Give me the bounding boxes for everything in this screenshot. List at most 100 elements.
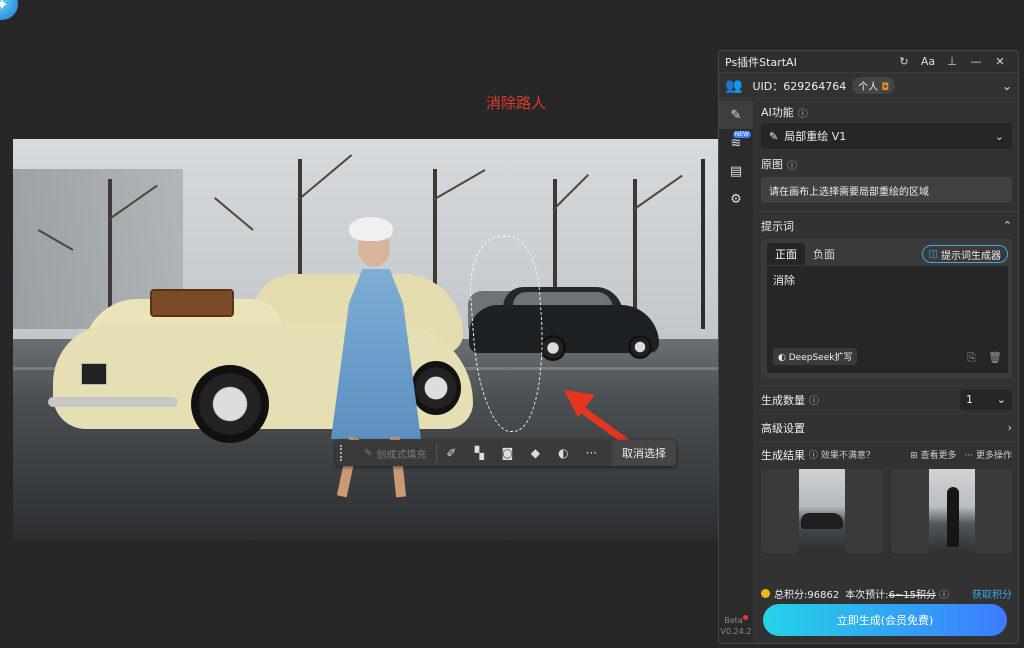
beta-label: Beta xyxy=(724,616,743,625)
close-icon[interactable]: ✕ xyxy=(988,55,1012,68)
canvas-caption: 消除路人 xyxy=(486,94,547,112)
new-badge: NEW xyxy=(732,131,751,138)
version-label: V0.24.2 xyxy=(720,627,752,636)
info-icon[interactable]: ⓘ xyxy=(787,157,797,172)
view-more-button[interactable]: ⊞ 查看更多 xyxy=(910,448,956,461)
results-header: 生成结果 ⓘ 效果不满意？ ⊞ 查看更多 ··· 更多操作 xyxy=(753,441,1018,467)
generative-fill-label: 创成式填充 xyxy=(376,449,427,461)
font-size-icon[interactable]: Aa xyxy=(916,55,940,68)
yellow-car-wheel xyxy=(411,361,461,415)
users-icon: 👥 xyxy=(725,77,743,94)
coin-icon xyxy=(761,588,770,598)
layers-icon[interactable]: ≋ NEW xyxy=(719,129,753,157)
uid-text: UID：629264764 xyxy=(752,79,847,93)
more-actions-button[interactable]: ··· 更多操作 xyxy=(965,448,1012,461)
select-subject-icon[interactable]: ◙ xyxy=(493,440,521,466)
panel-titlebar: Ps插件StartAI ↻ Aa ⊥ — ✕ xyxy=(719,51,1018,73)
prompt-editor: 正面 负面 ◫ 提示词生成器 消除 ◐ DeepSeek扩写 ⎘ 🗑 xyxy=(761,239,1012,379)
results-unhappy-label: 效果不满意？ xyxy=(820,451,875,461)
result-thumbnail[interactable] xyxy=(890,469,1012,553)
prompt-header[interactable]: 提示词 ⌃ xyxy=(753,211,1018,239)
adjustment-icon[interactable]: ◐ xyxy=(549,440,577,466)
quantity-row: 生成数量 ⓘ 1 ⌄ xyxy=(753,385,1018,413)
edit-icon[interactable]: ✎ xyxy=(719,101,753,129)
sparkle-icon: ✎ xyxy=(364,447,373,459)
prompt-textarea[interactable]: 消除 ◐ DeepSeek扩写 ⎘ 🗑 xyxy=(767,266,1008,373)
prompt-label: 提示词 xyxy=(761,219,794,233)
points-bar: 总积分:96862 本次预计: 6~15积分 ⓘ 获取积分 xyxy=(753,583,1018,603)
points-estimate-label: 本次预计: xyxy=(845,589,889,601)
points-estimate-value: 6~15积分 xyxy=(888,589,937,601)
generate-button[interactable]: 立即生成(会员免费) xyxy=(763,604,1007,636)
yellow-car-bumper xyxy=(48,397,178,407)
info-icon[interactable]: ⓘ xyxy=(809,392,819,407)
account-tag[interactable]: 个人 ◘ xyxy=(852,77,896,94)
trash-icon[interactable]: 🗑 xyxy=(988,351,1002,365)
prompt-generator-button[interactable]: ◫ 提示词生成器 xyxy=(921,245,1008,263)
app-logo-icon[interactable]: ✦ xyxy=(0,0,18,20)
ai-icon: ◫ xyxy=(928,248,938,260)
mask-icon[interactable]: ▚ xyxy=(465,440,493,466)
side-nav: ✎ ≋ NEW ▤ ⚙ Beta V0.24.2 xyxy=(719,101,753,643)
info-icon[interactable]: ⓘ xyxy=(798,105,808,120)
deepseek-label: DeepSeek扩写 xyxy=(788,353,853,363)
tab-positive[interactable]: 正面 xyxy=(767,243,805,265)
tree xyxy=(633,179,637,319)
info-icon[interactable]: ⓘ xyxy=(939,586,949,601)
ai-function-value: 局部重绘 V1 xyxy=(784,130,847,143)
contextual-task-bar: ✎ 创成式填充 ✐ ▚ ◙ ◆ ◐ ··· 取消选择 xyxy=(336,440,676,466)
account-bar: 👥 UID：629264764 个人 ◘ ⌄ xyxy=(719,73,1018,99)
notification-dot xyxy=(742,615,748,620)
prompt-actions: ⎘ 🗑 xyxy=(967,351,1002,365)
original-label: 原图 xyxy=(761,158,783,171)
drag-handle-icon[interactable] xyxy=(340,445,348,461)
brush-icon[interactable]: ✐ xyxy=(437,440,465,466)
black-car-wheel xyxy=(628,335,652,359)
document-icon[interactable]: ▤ xyxy=(719,157,753,185)
refresh-icon[interactable]: ↻ xyxy=(892,55,916,68)
photo-canvas[interactable] xyxy=(13,139,718,540)
lamp-post xyxy=(701,159,705,329)
results-unhappy-link[interactable]: ⓘ 效果不满意？ xyxy=(809,448,875,461)
deepseek-expand-button[interactable]: ◐ DeepSeek扩写 xyxy=(773,348,858,365)
minimize-icon[interactable]: — xyxy=(964,55,988,68)
advanced-settings-row[interactable]: 高级设置 › xyxy=(753,413,1018,441)
save-prompt-icon[interactable]: ⎘ xyxy=(967,351,976,365)
quantity-select[interactable]: 1 ⌄ xyxy=(960,389,1012,410)
startai-plugin-panel: Ps插件StartAI ↻ Aa ⊥ — ✕ 👥 UID：629264764 个… xyxy=(718,50,1019,644)
license-plate xyxy=(81,363,107,385)
get-points-link[interactable]: 获取积分 xyxy=(972,586,1012,601)
version-info: Beta V0.24.2 xyxy=(719,615,753,637)
quantity-label: 生成数量 xyxy=(761,393,805,407)
chevron-right-icon: › xyxy=(1007,421,1012,434)
results-label: 生成结果 xyxy=(761,448,805,462)
black-car-wheel xyxy=(540,335,566,361)
pin-icon[interactable]: ⊥ xyxy=(940,55,964,68)
account-tag-label: 个人 xyxy=(858,82,879,93)
chevron-down-icon: ⌄ xyxy=(994,129,1004,143)
yellow-car-wheel xyxy=(191,365,269,443)
tab-negative[interactable]: 负面 xyxy=(805,243,843,265)
whale-icon: ◐ xyxy=(778,353,786,363)
quantity-value: 1 xyxy=(966,393,973,406)
fill-bucket-icon[interactable]: ◆ xyxy=(521,440,549,466)
woman-hat xyxy=(349,217,393,241)
settings-gear-icon[interactable]: ⚙ xyxy=(719,185,753,213)
prompt-text: 消除 xyxy=(773,274,795,287)
ai-function-select[interactable]: ✎ 局部重绘 V1 ⌄ xyxy=(761,123,1012,149)
result-thumbnail[interactable] xyxy=(761,469,883,553)
thumbnail-car xyxy=(801,513,843,529)
cancel-selection-button[interactable]: 取消选择 xyxy=(612,440,676,466)
chevron-down-icon[interactable]: ⌄ xyxy=(1002,79,1012,93)
points-total: 总积分:96862 xyxy=(774,589,840,601)
more-button[interactable]: ··· xyxy=(577,440,605,466)
chevron-down-icon: ⌄ xyxy=(996,393,1006,406)
original-header: 原图 ⓘ xyxy=(753,153,1018,175)
briefcase-icon: ◘ xyxy=(881,82,890,93)
chevron-up-icon[interactable]: ⌃ xyxy=(1003,219,1012,232)
panel-title: Ps插件StartAI xyxy=(725,55,797,69)
luggage xyxy=(150,289,234,317)
original-hint: 请在画布上选择需要局部重绘的区域 xyxy=(761,177,1012,203)
generative-fill-button[interactable]: ✎ 创成式填充 xyxy=(354,444,438,462)
thumbnail-person xyxy=(946,487,959,547)
